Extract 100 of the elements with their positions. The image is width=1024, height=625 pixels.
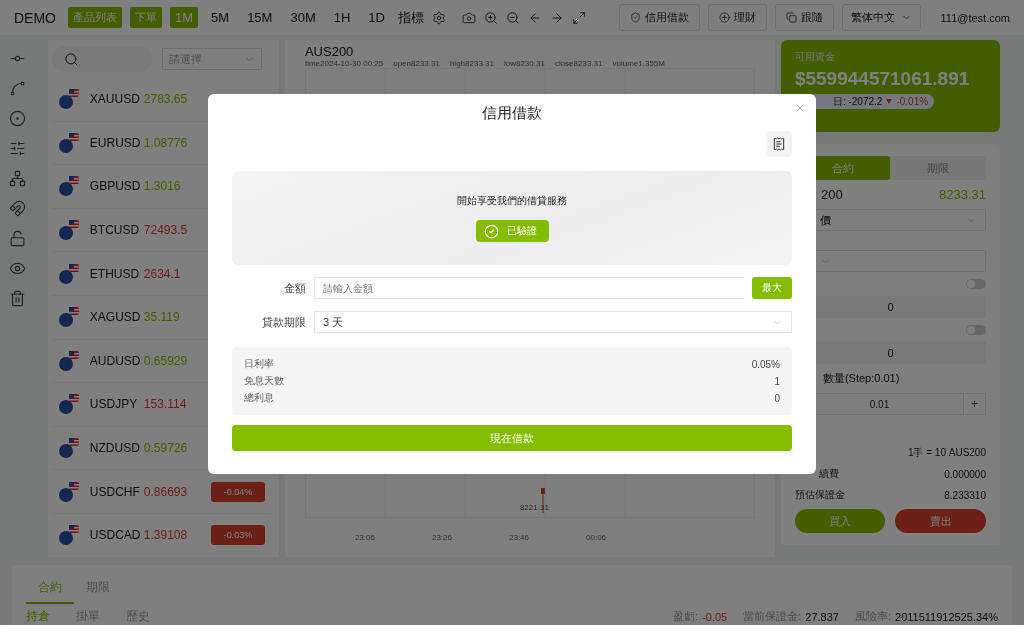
amount-input[interactable]: 請輸入金額 <box>314 277 744 299</box>
timeframe-tab[interactable]: 15M <box>242 7 278 28</box>
ohlc-value: close8233.31 <box>554 59 603 68</box>
flag-icon <box>57 305 82 330</box>
sliders-icon[interactable] <box>9 140 27 157</box>
trash-icon[interactable] <box>9 290 27 307</box>
max-button[interactable]: 最大 <box>752 277 792 299</box>
header-link-button[interactable]: 理財 <box>707 4 767 31</box>
brand-label: DEMO <box>14 9 56 26</box>
timeframe-tab[interactable]: 1H <box>328 7 356 28</box>
change-badge: -0.03% <box>210 525 265 546</box>
summary-value: 0.05% <box>751 358 780 370</box>
flag-icon <box>57 479 82 504</box>
circle-dot-icon[interactable] <box>9 110 27 127</box>
records-button[interactable] <box>766 131 792 157</box>
stat-value: -0.05 <box>702 610 728 623</box>
stat-value: 2011511912525.34% <box>895 610 998 623</box>
detail-label: 預估保證金 <box>794 488 845 502</box>
timeframe-tab[interactable]: 5M <box>206 7 235 28</box>
time-axis-label: 23:06 <box>354 532 375 542</box>
time-axis-label: 23:46 <box>509 532 529 542</box>
down-triangle-icon <box>886 99 893 104</box>
positions-subtab[interactable]: 持倉 <box>26 604 62 625</box>
time-axis-label: 23:26 <box>431 532 452 542</box>
buy-button[interactable]: 買入 <box>794 509 886 533</box>
symbol-price: 0.59726 <box>143 441 188 456</box>
symbol-price: 2634.1 <box>143 266 181 281</box>
chart-symbol: AUS200 <box>304 44 355 59</box>
network-icon[interactable] <box>9 170 27 187</box>
camera-icon[interactable] <box>461 10 476 25</box>
search-field[interactable] <box>51 46 152 72</box>
shield-icon[interactable] <box>629 12 641 23</box>
timeframe-tab[interactable]: 30M <box>285 7 321 28</box>
copy-icon[interactable] <box>785 12 797 23</box>
term-select[interactable]: 3 天 <box>314 311 792 333</box>
nav-button[interactable]: 產品列表 <box>68 7 122 28</box>
price-label: 8221.31 <box>519 503 549 512</box>
symbol-price: 1.08776 <box>143 135 188 150</box>
header-link-button[interactable]: 跟隨 <box>774 4 834 31</box>
ohlc-value: volume1.355M <box>612 59 665 68</box>
amount-label: 金額 <box>283 280 306 296</box>
flag-icon <box>57 130 82 155</box>
user-email: 111@test.com <box>940 11 1010 24</box>
symbol-price: 72493.5 <box>143 223 188 238</box>
flag-icon <box>57 348 82 373</box>
unlock-icon[interactable] <box>9 230 27 247</box>
curve-icon[interactable] <box>9 80 27 97</box>
symbol-price: 0.65929 <box>143 353 188 368</box>
ohlc-value: open8233.31 <box>393 59 440 68</box>
header-link-button[interactable]: 信用借款 <box>618 4 700 31</box>
ohlc-value: high8233.31 <box>449 59 494 68</box>
timeframe-tab[interactable]: 1M <box>170 7 199 28</box>
plus-circle-icon[interactable] <box>718 12 730 23</box>
summary-label: 總利息 <box>244 391 274 405</box>
stat-value: 27.837 <box>805 610 839 623</box>
search-icon[interactable] <box>63 51 79 67</box>
change-badge: -0.04% <box>210 481 265 502</box>
zoom-in-icon[interactable] <box>483 10 498 25</box>
symbol-price: 2783.65 <box>143 92 188 107</box>
symbol-price: 1.39108 <box>143 528 188 543</box>
toggle-switch[interactable] <box>966 279 986 289</box>
dialog-title: 信用借款 <box>481 104 543 123</box>
timeframe-tab[interactable]: 1D <box>363 7 390 28</box>
symbol-price: 0.86693 <box>143 484 188 499</box>
order-symbol: 200 <box>820 187 843 202</box>
daily-percent: -0.01% <box>896 96 929 107</box>
quantity-label: 數量(Step:0.01) <box>821 371 901 386</box>
nav-button[interactable]: 下單 <box>130 7 162 28</box>
flag-icon <box>57 87 82 112</box>
eye-icon[interactable] <box>9 260 27 277</box>
balance-label: 可用資金 <box>794 50 836 64</box>
sell-button[interactable]: 賣出 <box>895 509 986 533</box>
term-label: 貸款期限 <box>261 314 306 330</box>
symbol-price: 153.114 <box>143 397 187 412</box>
toggle-switch[interactable] <box>966 325 986 335</box>
summary-label: 免息天數 <box>244 374 284 388</box>
positions-tab[interactable]: 合約 <box>26 573 74 604</box>
magnet-icon[interactable] <box>9 200 27 217</box>
settings-icon[interactable] <box>431 10 446 25</box>
flag-icon <box>57 436 82 461</box>
borrow-button[interactable]: 現在借款 <box>232 425 792 451</box>
receipt-icon <box>772 136 786 152</box>
indicator-menu[interactable]: 指標 <box>397 8 424 27</box>
banner-text: 開始享受我們的借貸服務 <box>457 194 567 208</box>
zoom-out-icon[interactable] <box>505 10 520 25</box>
flag-icon <box>57 174 82 199</box>
expand-icon[interactable] <box>571 10 586 25</box>
ohlc-value: low8230.31 <box>503 59 545 68</box>
language-select[interactable]: 繁体中文 <box>841 4 921 31</box>
close-button[interactable] <box>794 102 806 114</box>
contract-size: 1手 = 10 AUS200 <box>907 446 986 460</box>
check-icon <box>483 223 499 239</box>
ohlc-value: time2024-10-30 00:25 <box>304 59 384 68</box>
detail-label: 續費 <box>818 467 839 481</box>
flag-icon <box>57 218 82 243</box>
flag-icon <box>57 261 82 286</box>
order-price: 8233.31 <box>939 187 986 202</box>
symbol-price: 1.3016 <box>143 179 181 194</box>
balance-amount: $559944571061.891 <box>794 68 971 90</box>
summary-value: 1 <box>774 375 780 387</box>
